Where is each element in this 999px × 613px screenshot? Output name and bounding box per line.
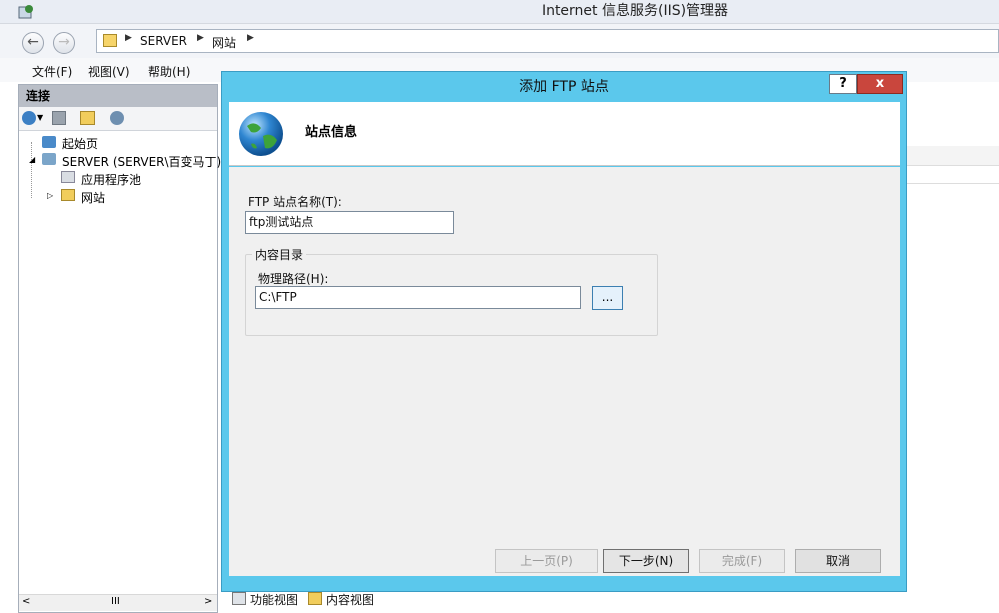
site-name-label: FTP 站点名称(T): — [248, 195, 342, 209]
dialog-title: 添加 FTP 站点 — [519, 79, 609, 95]
up-folder-icon[interactable] — [80, 111, 95, 125]
server-icon — [42, 153, 56, 165]
save-icon[interactable] — [52, 111, 66, 125]
scroll-thumb[interactable]: III — [111, 596, 120, 607]
dropdown-arrow-icon[interactable]: ▼ — [37, 113, 43, 122]
left-edge — [0, 84, 18, 613]
tab-features-view[interactable]: 功能视图 — [250, 591, 298, 608]
breadcrumb-arrow-icon: ▶ — [247, 33, 254, 43]
close-button[interactable]: x — [857, 74, 903, 94]
app-pool-icon — [61, 171, 75, 183]
tree-item-app-pools[interactable]: 应用程序池 — [81, 171, 141, 188]
breadcrumb-sites[interactable]: 网站 — [212, 34, 236, 51]
menu-help[interactable]: 帮助(H) — [148, 63, 190, 80]
globe-icon — [239, 112, 283, 156]
page-title: 站点信息 — [305, 125, 358, 140]
finish-button[interactable]: 完成(F) — [699, 549, 785, 573]
menu-file[interactable]: 文件(F) — [32, 63, 72, 80]
address-bar[interactable]: ▶ SERVER ▶ 网站 ▶ — [96, 29, 999, 53]
connections-header: 连接 — [19, 85, 217, 107]
cancel-button[interactable]: 取消 — [795, 549, 881, 573]
scroll-left-icon[interactable]: < — [22, 596, 30, 607]
start-page-icon — [42, 136, 56, 148]
disconnect-icon[interactable] — [110, 111, 124, 125]
window-title: Internet 信息服务(IIS)管理器 — [541, 3, 729, 19]
previous-button[interactable]: 上一页(P) — [495, 549, 598, 573]
content-view-icon — [308, 592, 322, 605]
content-directory-label: 内容目录 — [252, 246, 307, 263]
back-button[interactable]: ← — [22, 32, 44, 54]
features-view-icon — [232, 592, 246, 605]
forward-button[interactable]: → — [53, 32, 75, 54]
tree-item-start-page[interactable]: 起始页 — [62, 135, 98, 152]
breadcrumb-arrow-icon: ▶ — [197, 33, 204, 43]
horizontal-scrollbar[interactable]: < III > — [19, 594, 217, 611]
sites-folder-icon — [61, 189, 75, 201]
tab-content-view[interactable]: 内容视图 — [326, 591, 374, 608]
next-button[interactable]: 下一步(N) — [603, 549, 689, 573]
scroll-right-icon[interactable]: > — [204, 596, 212, 607]
connect-globe-icon[interactable] — [22, 111, 36, 125]
browse-button[interactable]: ... — [592, 286, 623, 310]
tree-lines — [31, 142, 32, 198]
connections-toolbar: ▼ — [19, 107, 217, 131]
expand-arrow-icon[interactable]: ◢ — [29, 155, 35, 164]
help-button[interactable]: ? — [829, 74, 857, 94]
breadcrumb-server[interactable]: SERVER — [140, 34, 187, 48]
site-name-input[interactable]: ftp测试站点 — [245, 211, 454, 234]
tree-item-server[interactable]: SERVER (SERVER\百变马丁) — [62, 153, 221, 170]
site-folder-icon — [103, 34, 117, 47]
physical-path-label: 物理路径(H): — [258, 272, 329, 286]
tree-item-sites[interactable]: 网站 — [81, 189, 105, 206]
physical-path-input[interactable]: C:\FTP — [255, 286, 581, 309]
collapse-arrow-icon[interactable]: ▷ — [47, 191, 53, 200]
menu-view[interactable]: 视图(V) — [88, 63, 130, 80]
breadcrumb-arrow-icon: ▶ — [125, 33, 132, 43]
